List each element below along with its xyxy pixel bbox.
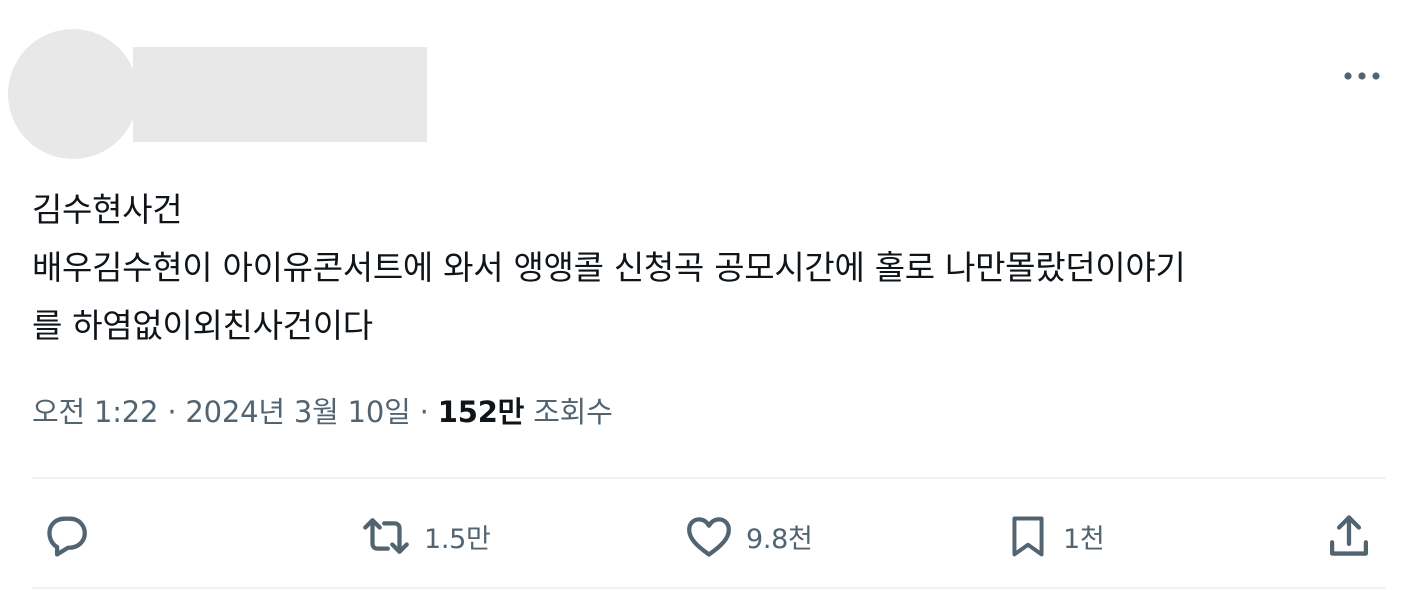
retweet-icon: [363, 518, 409, 554]
divider: [32, 477, 1386, 479]
more-options-button[interactable]: [1336, 56, 1388, 96]
share-button[interactable]: [1322, 506, 1376, 566]
like-count: 9.8천: [746, 523, 813, 555]
tweet-date[interactable]: 2024년 3월 10일: [185, 395, 410, 429]
tweet-meta: 오전 1:22 · 2024년 3월 10일 · 152만 조회수: [32, 390, 613, 434]
views-count: 152만: [437, 395, 525, 429]
tweet-card: 김수현사건 배우김수현이 아이유콘서트에 와서 앵앵콜 신청곡 공모시간에 홀로…: [0, 0, 1420, 590]
retweet-count: 1.5만: [424, 523, 491, 555]
more-icon: [1344, 72, 1380, 80]
retweet-button[interactable]: 1.5만: [358, 506, 491, 566]
meta-separator: ·: [167, 395, 177, 429]
tweet-time[interactable]: 오전 1:22: [32, 395, 159, 429]
meta-separator: ·: [419, 395, 429, 429]
tweet-text: 김수현사건 배우김수현이 아이유콘서트에 와서 앵앵콜 신청곡 공모시간에 홀로…: [32, 190, 1186, 345]
heart-icon: [687, 517, 731, 557]
avatar[interactable]: [8, 29, 138, 159]
bookmark-button[interactable]: 1천: [1003, 506, 1105, 566]
views-label: 조회수: [533, 395, 613, 429]
author-name-redacted[interactable]: [133, 47, 427, 142]
share-icon: [1329, 515, 1369, 556]
reply-button[interactable]: [40, 506, 94, 566]
like-button[interactable]: 9.8천: [682, 506, 813, 566]
bookmark-count: 1천: [1063, 523, 1105, 555]
divider: [32, 587, 1386, 589]
reply-icon: [47, 516, 87, 557]
bookmark-icon: [1012, 516, 1044, 557]
